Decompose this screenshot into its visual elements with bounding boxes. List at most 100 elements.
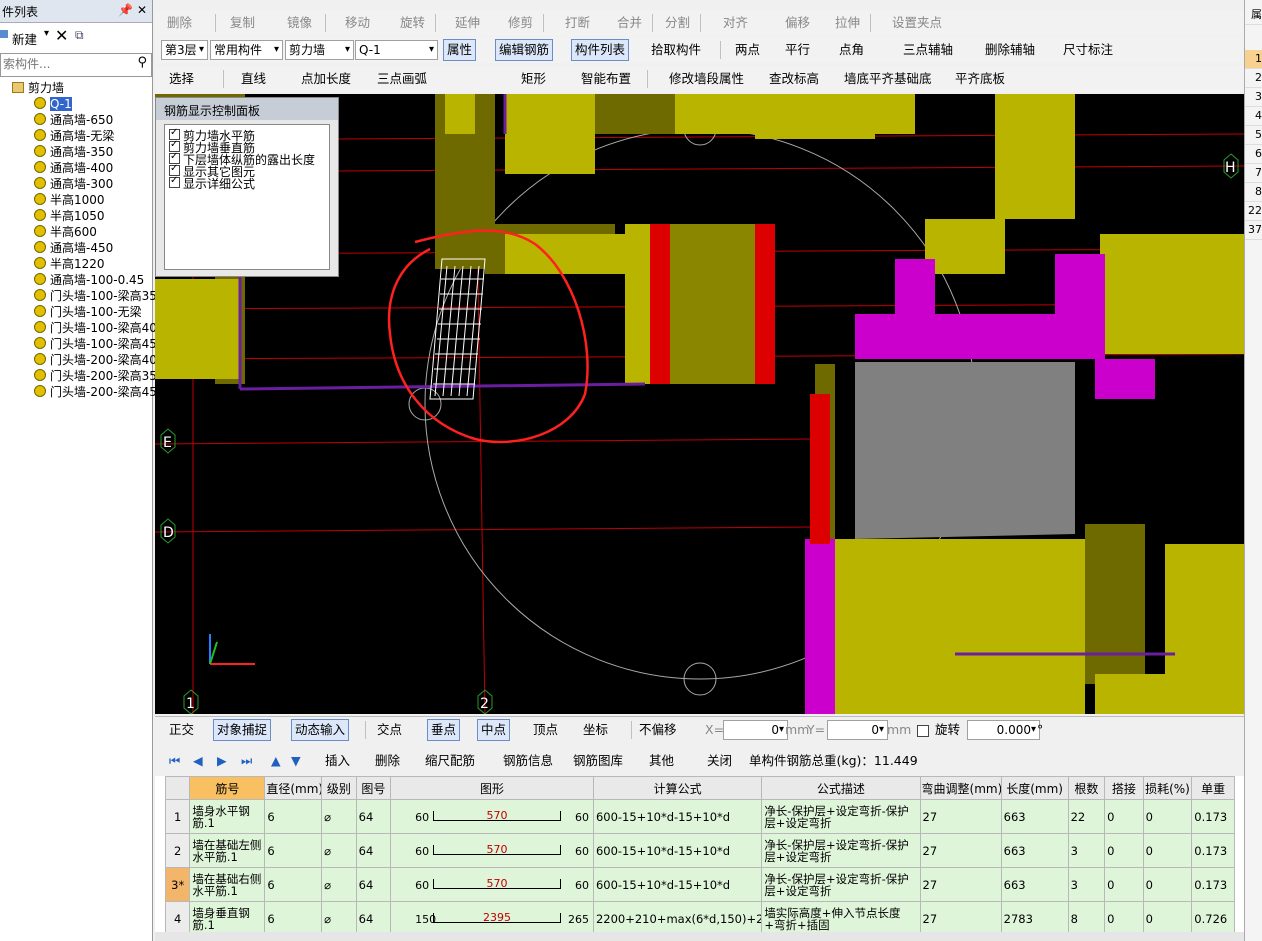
loss-cell[interactable]: 0 — [1142, 901, 1193, 936]
column-header[interactable]: 级别 — [321, 776, 357, 800]
property-row-number[interactable]: 6 — [1245, 145, 1262, 164]
table-row[interactable]: 4 墙身垂直钢筋.1 6 ⌀ 64 150 2395 265 2200+210+max(6*d,… — [164, 901, 1235, 936]
formula-description-cell[interactable]: 净长-保护层+设定弯折-保护层+设定弯折 — [761, 833, 921, 868]
property-row-number[interactable]: 22 — [1245, 202, 1262, 221]
column-header[interactable]: 图号 — [355, 776, 392, 800]
tree-item[interactable]: 通高墙-450 — [34, 240, 113, 256]
close-icon[interactable]: ✕ — [137, 3, 147, 17]
insert-button[interactable]: 插入 — [325, 752, 350, 770]
column-header[interactable]: 计算公式 — [592, 776, 763, 800]
new-button[interactable]: 新建 — [12, 29, 37, 48]
prev-record-icon[interactable]: ◀ — [193, 752, 203, 770]
row-number-cell[interactable]: 1 — [164, 799, 191, 834]
shape-cell[interactable]: 60 570 60 — [390, 833, 594, 868]
last-record-icon[interactable]: ⏭ — [241, 752, 252, 770]
column-header[interactable]: 损耗(%) — [1142, 776, 1193, 800]
delete-icon[interactable]: ✕ — [55, 26, 68, 45]
offset-mode-select[interactable]: 不偏移 — [639, 721, 677, 739]
formula-description-cell[interactable]: 净长-保护层+设定弯折-保护层+设定弯折 — [761, 799, 921, 834]
rect-button[interactable]: 矩形 — [521, 70, 546, 88]
copy-icon[interactable]: ⧉ — [75, 28, 84, 43]
dynamic-input-toggle[interactable]: 动态输入 — [291, 719, 350, 741]
tree-item[interactable]: 通高墙-650 — [34, 112, 113, 128]
pick-component-button[interactable]: 拾取构件 — [651, 41, 701, 59]
perpendicular-snap[interactable]: 垂点 — [427, 719, 461, 741]
diameter-cell[interactable]: 6 — [264, 833, 323, 868]
column-header[interactable]: 搭接 — [1104, 776, 1144, 800]
delete-tool[interactable]: 删除 — [167, 14, 192, 32]
align-slab-button[interactable]: 平齐底板 — [955, 70, 1005, 88]
property-row-number[interactable]: 8 — [1245, 183, 1262, 202]
parallel-axis-button[interactable]: 平行 — [785, 41, 810, 59]
column-header[interactable]: 公式描述 — [761, 776, 921, 800]
unit-weight-cell[interactable]: 0.173 — [1191, 867, 1235, 902]
move-tool[interactable]: 移动 — [345, 14, 370, 32]
grade-cell[interactable]: ⌀ — [321, 867, 357, 902]
bend-adjust-cell[interactable]: 27 — [919, 799, 1002, 834]
search-icon[interactable]: ⚲ — [137, 55, 147, 70]
component-select[interactable]: Q-1 — [355, 40, 438, 60]
rebar-info-button[interactable]: 钢筋信息 — [503, 752, 553, 770]
length-cell[interactable]: 2783 — [1000, 901, 1069, 936]
tree-item[interactable]: 门头墙-100-梁高45 — [34, 336, 157, 352]
shape-cell[interactable]: 150 2395 265 — [390, 901, 594, 936]
tree-item[interactable]: 门头墙-200-梁高45 — [34, 384, 157, 400]
option-show-other-elements[interactable]: 显示其它图元 — [169, 163, 255, 178]
length-cell[interactable]: 663 — [1000, 867, 1069, 902]
grade-cell[interactable]: ⌀ — [321, 799, 357, 834]
line-button[interactable]: 直线 — [241, 70, 266, 88]
tree-item[interactable]: 半高600 — [34, 224, 97, 240]
delete-row-button[interactable]: 删除 — [375, 752, 400, 770]
formula-description-cell[interactable]: 墙实际高度+伸入节点长度+弯折+插固 — [761, 901, 921, 936]
column-header[interactable]: 长度(mm) — [1000, 776, 1069, 800]
mirror-tool[interactable]: 镜像 — [287, 14, 312, 32]
figure-number-cell[interactable]: 64 — [355, 867, 392, 902]
offset-tool[interactable]: 偏移 — [785, 14, 810, 32]
column-header[interactable]: 单重 — [1191, 776, 1235, 800]
column-header[interactable]: 直径(mm) — [264, 776, 323, 800]
tree-item[interactable]: 门头墙-100-梁高35 — [34, 288, 157, 304]
property-row-number[interactable]: 4 — [1245, 107, 1262, 126]
tree-item[interactable]: 门头墙-200-梁高35 — [34, 368, 157, 384]
select-button[interactable]: 选择 — [169, 70, 194, 88]
coordinate-snap[interactable]: 坐标 — [583, 721, 608, 739]
rebar-name-cell[interactable]: 墙在基础左侧水平筋.1 — [189, 833, 266, 868]
lap-cell[interactable]: 0 — [1104, 799, 1144, 834]
shape-cell[interactable]: 60 570 60 — [390, 799, 594, 834]
tree-item[interactable]: 半高1050 — [34, 208, 105, 224]
ortho-toggle[interactable]: 正交 — [169, 721, 194, 739]
formula-cell[interactable]: 600-15+10*d-15+10*d — [592, 833, 763, 868]
split-tool[interactable]: 分割 — [665, 14, 690, 32]
property-button[interactable]: 属性 — [443, 39, 477, 61]
arc-button[interactable]: 三点画弧 — [377, 70, 427, 88]
align-base-button[interactable]: 墙底平齐基础底 — [844, 70, 932, 88]
rebar-name-cell[interactable]: 墙在基础右侧水平筋.1 — [189, 867, 266, 902]
property-row-number[interactable]: 2 — [1245, 69, 1262, 88]
grade-cell[interactable]: ⌀ — [321, 901, 357, 936]
lap-cell[interactable]: 0 — [1104, 833, 1144, 868]
tree-item[interactable]: 半高1000 — [34, 192, 105, 208]
shape-cell[interactable]: 60 570 60 — [390, 867, 594, 902]
unit-weight-cell[interactable]: 0.173 — [1191, 799, 1235, 834]
chevron-down-icon[interactable]: ▾ — [44, 28, 49, 39]
check-elevation-button[interactable]: 查改标高 — [769, 70, 819, 88]
column-header[interactable]: 筋号 — [189, 776, 266, 800]
break-tool[interactable]: 打断 — [565, 14, 590, 32]
count-cell[interactable]: 22 — [1067, 799, 1106, 834]
figure-number-cell[interactable]: 64 — [355, 833, 392, 868]
vertex-snap[interactable]: 顶点 — [533, 721, 558, 739]
set-grip-tool[interactable]: 设置夹点 — [892, 14, 942, 32]
property-row-number[interactable]: 3 — [1245, 88, 1262, 107]
diameter-cell[interactable]: 6 — [264, 799, 323, 834]
column-header[interactable]: 根数 — [1067, 776, 1106, 800]
object-snap-toggle[interactable]: 对象捕捉 — [213, 719, 272, 741]
column-header[interactable]: 弯曲调整(mm) — [919, 776, 1002, 800]
option-wall-vertical-rebar[interactable]: 剪力墙垂直筋 — [169, 139, 255, 154]
column-header[interactable] — [164, 776, 191, 800]
move-down-icon[interactable]: ▼ — [291, 752, 301, 770]
figure-number-cell[interactable]: 64 — [355, 799, 392, 834]
delete-axis-button[interactable]: 删除辅轴 — [985, 41, 1035, 59]
close-editor-button[interactable]: 关闭 — [707, 752, 732, 770]
rotate-input[interactable]: 0.000 — [967, 720, 1040, 740]
intersection-snap[interactable]: 交点 — [377, 721, 402, 739]
